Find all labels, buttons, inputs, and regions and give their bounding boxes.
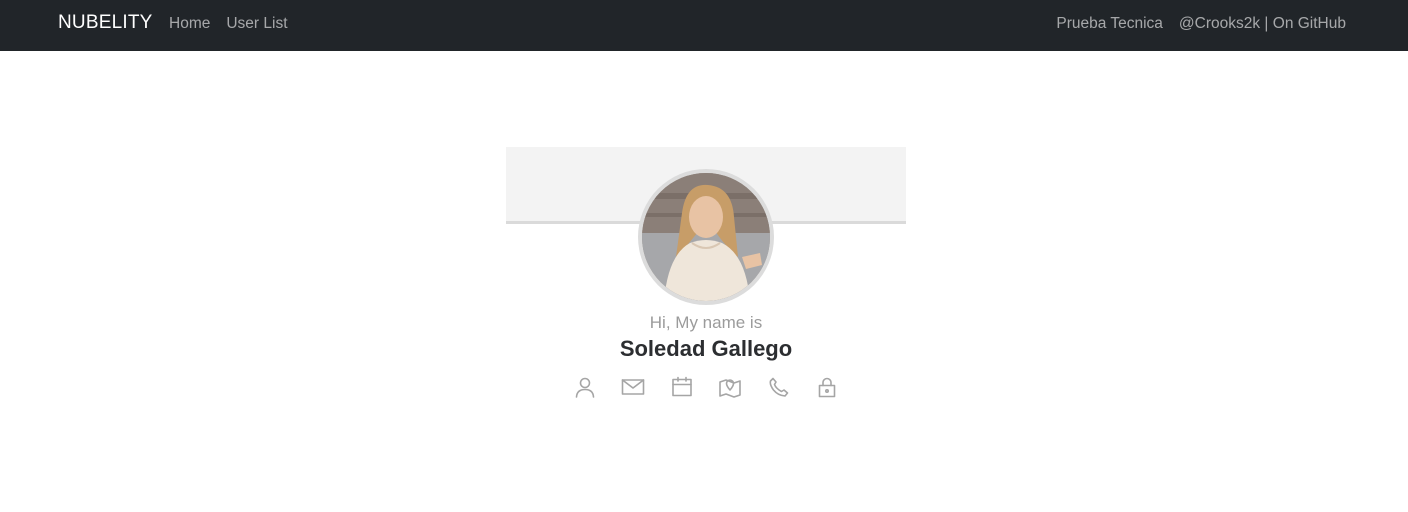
profile-card: Hi, My name is Soledad Gallego: [506, 147, 906, 398]
profile-name: Soledad Gallego: [619, 336, 793, 361]
nav-prueba-tecnica-link[interactable]: Prueba Tecnica: [1056, 15, 1163, 33]
profile-info-icons: [572, 374, 840, 400]
avatar: [642, 173, 770, 301]
nav-right: Prueba Tecnica @Crooks2k | On GitHub: [1056, 15, 1346, 33]
profile-intro: Hi, My name is: [649, 313, 763, 332]
avatar-frame: [638, 169, 774, 305]
nav-user-list-link[interactable]: User List: [226, 15, 287, 33]
top-navbar: NUBELITY Home User List Prueba Tecnica @…: [0, 0, 1408, 51]
avatar-photo: [642, 173, 770, 301]
nav-home-link[interactable]: Home: [169, 15, 210, 33]
user-icon[interactable]: [572, 374, 598, 400]
phone-icon[interactable]: [766, 374, 792, 400]
map-icon[interactable]: [717, 374, 743, 400]
lock-icon[interactable]: [814, 374, 840, 400]
calendar-icon[interactable]: [669, 374, 695, 400]
brand-link[interactable]: NUBELITY: [58, 12, 153, 34]
nav-left: Home User List: [169, 15, 288, 33]
nav-github-link[interactable]: @Crooks2k | On GitHub: [1179, 15, 1346, 33]
mail-icon[interactable]: [620, 374, 646, 400]
